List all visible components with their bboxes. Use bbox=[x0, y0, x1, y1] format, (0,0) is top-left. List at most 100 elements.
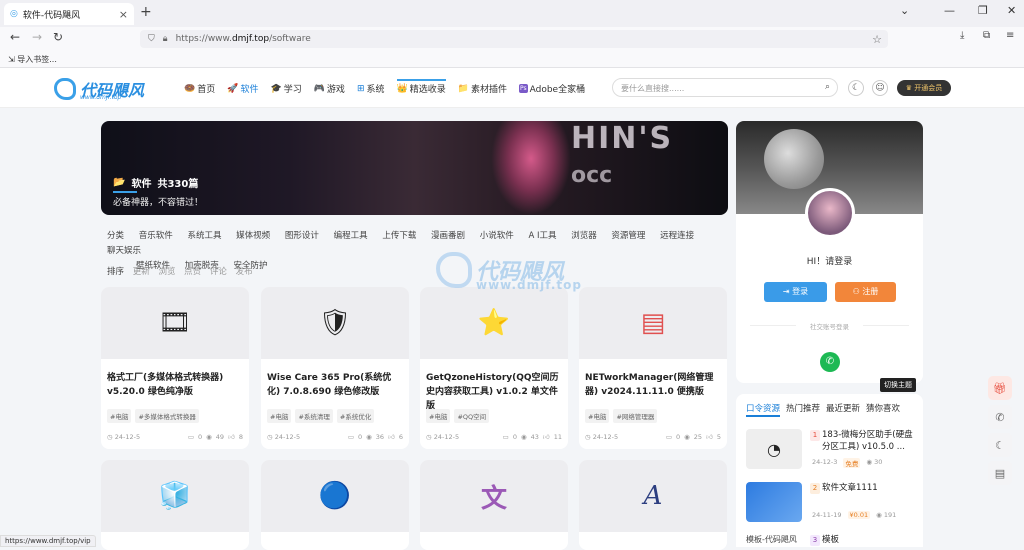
search-input[interactable]: 要什么直接搜...... ⌕ bbox=[612, 78, 838, 97]
forward-arrow-icon[interactable]: → bbox=[32, 30, 42, 44]
menu-item-assets[interactable]: 📁 素材插件 bbox=[458, 82, 507, 96]
menu-item-home[interactable]: 🍩 首页 bbox=[184, 82, 215, 96]
vip-button[interactable]: ♛ 开通会员 bbox=[897, 80, 951, 96]
download-icon[interactable]: ⤓ bbox=[960, 30, 964, 41]
url-bar[interactable]: ⛉ 🔒︎ https://www.dmjf.top/software ☆ bbox=[140, 30, 888, 48]
import-bookmarks[interactable]: ⇲ 导入书签... bbox=[8, 55, 57, 64]
post-tag[interactable]: #多媒体格式转换器 bbox=[135, 409, 199, 423]
post-title[interactable]: Wise Care 365 Pro(系统优化) 7.0.8.690 绿色修改版 bbox=[261, 359, 409, 405]
avatar[interactable] bbox=[805, 188, 855, 238]
server-stack-icon: ▤ bbox=[579, 287, 727, 359]
post-card[interactable]: 🎞 格式工厂(多媒体格式转换器) v5.20.0 绿色纯净版 #电脑 #多媒体格式… bbox=[101, 287, 249, 449]
post-card[interactable]: 文 bbox=[420, 460, 568, 550]
tab-token-resources[interactable]: 口令资源 bbox=[746, 402, 781, 417]
bookmark-star-icon[interactable]: ☆ bbox=[872, 33, 882, 46]
search-icon[interactable]: ⌕ bbox=[825, 82, 830, 92]
minimize-icon[interactable]: — bbox=[944, 4, 955, 17]
post-card[interactable]: A bbox=[579, 460, 727, 550]
wechat-float-icon[interactable]: ✆ bbox=[988, 405, 1012, 429]
back-arrow-icon[interactable]: ← bbox=[10, 30, 20, 44]
register-button[interactable]: ⚇ 注册 bbox=[835, 282, 896, 302]
menu-item-system[interactable]: ⊞ 系统 bbox=[357, 82, 385, 96]
sort-option[interactable]: 发布 bbox=[236, 267, 253, 277]
post-tag[interactable]: #电脑 bbox=[585, 409, 610, 423]
home-icon: 🍩 bbox=[184, 83, 196, 94]
login-button[interactable]: ⇥ 登录 bbox=[764, 282, 827, 302]
sort-option[interactable]: 点赞 bbox=[184, 267, 201, 277]
menu-item-learn[interactable]: 🎓 学习 bbox=[270, 82, 301, 96]
extensions-icon[interactable]: ⧉ bbox=[983, 30, 990, 41]
eye-icon: ◉ bbox=[520, 433, 527, 441]
sort-bar: 排序 更新 浏览 点赞 评论 发布 bbox=[107, 265, 259, 277]
site-logo[interactable]: 代码飓风 www.dmjf.top bbox=[54, 76, 144, 102]
menu-icon[interactable]: ≡ bbox=[1006, 30, 1014, 41]
browser-tab[interactable]: ◎ 软件-代码飓风 × bbox=[4, 3, 134, 25]
folder-open-icon: 📂 bbox=[113, 177, 126, 188]
list-item-title[interactable]: 183-微梅分区助手(硬盘分区工具) v10.5.0 ... bbox=[822, 429, 916, 453]
dark-mode-moon-icon[interactable]: ☾ bbox=[848, 80, 864, 96]
category-item[interactable]: 图形设计 bbox=[285, 229, 319, 244]
tab-list-chevron-icon[interactable]: ⌄ bbox=[900, 4, 909, 17]
category-item[interactable]: 音乐软件 bbox=[139, 229, 173, 244]
category-item[interactable]: 媒体视频 bbox=[236, 229, 270, 244]
menu-item-featured[interactable]: 👑 精选收录 bbox=[396, 79, 446, 95]
restore-icon[interactable]: ❐ bbox=[978, 4, 988, 17]
lock-icon[interactable]: 🔒︎ bbox=[163, 34, 168, 44]
shield-icon[interactable]: ⛉ bbox=[148, 34, 155, 44]
post-tag[interactable]: #系统清理 bbox=[295, 409, 333, 423]
gift-icon[interactable]: 🎁︎ bbox=[988, 376, 1012, 400]
new-tab-button[interactable]: + bbox=[140, 4, 152, 20]
moon-float-icon[interactable]: ☾ bbox=[988, 433, 1012, 457]
category-item[interactable]: 系统工具 bbox=[187, 229, 221, 244]
clock-icon: ◷ bbox=[107, 433, 115, 441]
eye-icon: ◉ 191 bbox=[876, 511, 897, 519]
category-item[interactable]: 小说软件 bbox=[480, 229, 514, 244]
post-title[interactable]: NETworkManager(网络管理器) v2024.11.11.0 便携版 bbox=[579, 359, 727, 405]
category-item[interactable]: 上传下载 bbox=[382, 229, 416, 244]
post-title[interactable]: 格式工厂(多媒体格式转换器) v5.20.0 绿色纯净版 bbox=[101, 359, 249, 405]
list-item[interactable]: ◔ 1 183-微梅分区助手(硬盘分区工具) v10.5.0 ... 24-12… bbox=[746, 429, 916, 471]
menu-item-games[interactable]: 🎮 游戏 bbox=[314, 82, 345, 96]
tab-favicon-icon: ◎ bbox=[10, 9, 18, 19]
post-card[interactable]: 🛡 Wise Care 365 Pro(系统优化) 7.0.8.690 绿色修改… bbox=[261, 287, 409, 449]
category-item[interactable]: 浏览器 bbox=[571, 229, 597, 244]
photoshop-icon: Ps bbox=[518, 84, 528, 93]
menu-item-adobe[interactable]: Ps Adobe全家桶 bbox=[518, 82, 585, 95]
category-item[interactable]: 聊天娱乐 bbox=[107, 244, 141, 259]
list-item[interactable]: 模板-代码飓风 3 模板 bbox=[746, 534, 916, 546]
category-item[interactable]: 编程工具 bbox=[334, 229, 368, 244]
post-card[interactable]: ⭐ GetQzoneHistory(QQ空间历史内容获取工具) v1.0.2 单… bbox=[420, 287, 568, 449]
post-card[interactable]: 🔵 bbox=[261, 460, 409, 550]
post-tag[interactable]: #电脑 bbox=[426, 409, 451, 423]
category-item[interactable]: 漫画番剧 bbox=[431, 229, 465, 244]
list-item-title[interactable]: 软件文章1111 bbox=[822, 482, 916, 494]
post-card[interactable]: ▤ NETworkManager(网络管理器) v2024.11.11.0 便携… bbox=[579, 287, 727, 449]
tab-hot[interactable]: 热门推荐 bbox=[786, 402, 820, 417]
post-tag[interactable]: #电脑 bbox=[267, 409, 292, 423]
category-item[interactable]: 远程连接 bbox=[660, 229, 694, 244]
post-tag[interactable]: #QQ空间 bbox=[454, 409, 490, 423]
list-item[interactable]: 2 软件文章1111 24-11-19 ¥0.01 ◉ 191 bbox=[746, 482, 916, 524]
post-card[interactable]: 🧊 bbox=[101, 460, 249, 550]
robot-icon[interactable]: ☺ bbox=[872, 80, 888, 96]
tab-recommend[interactable]: 猜你喜欢 bbox=[866, 402, 900, 417]
menu-item-software[interactable]: 🚀 软件 bbox=[227, 82, 258, 96]
sort-option[interactable]: 评论 bbox=[210, 267, 227, 277]
tab-recent[interactable]: 最近更新 bbox=[826, 402, 860, 417]
document-float-icon[interactable]: ▤ bbox=[988, 461, 1012, 485]
post-title[interactable]: GetQzoneHistory(QQ空间历史内容获取工具) v1.0.2 单文件… bbox=[420, 359, 568, 411]
post-tag[interactable]: #系统优化 bbox=[336, 409, 375, 423]
post-tag[interactable]: #电脑 bbox=[107, 409, 132, 423]
login-greeting: HI！请登录 bbox=[806, 257, 853, 267]
reload-icon[interactable]: ↻ bbox=[53, 30, 63, 44]
category-item[interactable]: A I工具 bbox=[528, 229, 556, 244]
list-item-title[interactable]: 模板 bbox=[822, 534, 916, 546]
close-window-icon[interactable]: ✕ bbox=[1007, 4, 1016, 17]
category-item[interactable]: 资源管理 bbox=[611, 229, 645, 244]
rubik-cube-icon: 🧊 bbox=[101, 460, 249, 532]
tab-close-icon[interactable]: × bbox=[119, 8, 128, 21]
sort-option[interactable]: 更新 bbox=[133, 267, 150, 277]
wechat-login-icon[interactable]: ✆ bbox=[820, 352, 840, 372]
post-tag[interactable]: #网络管理器 bbox=[613, 409, 658, 423]
sort-option[interactable]: 浏览 bbox=[158, 267, 175, 277]
